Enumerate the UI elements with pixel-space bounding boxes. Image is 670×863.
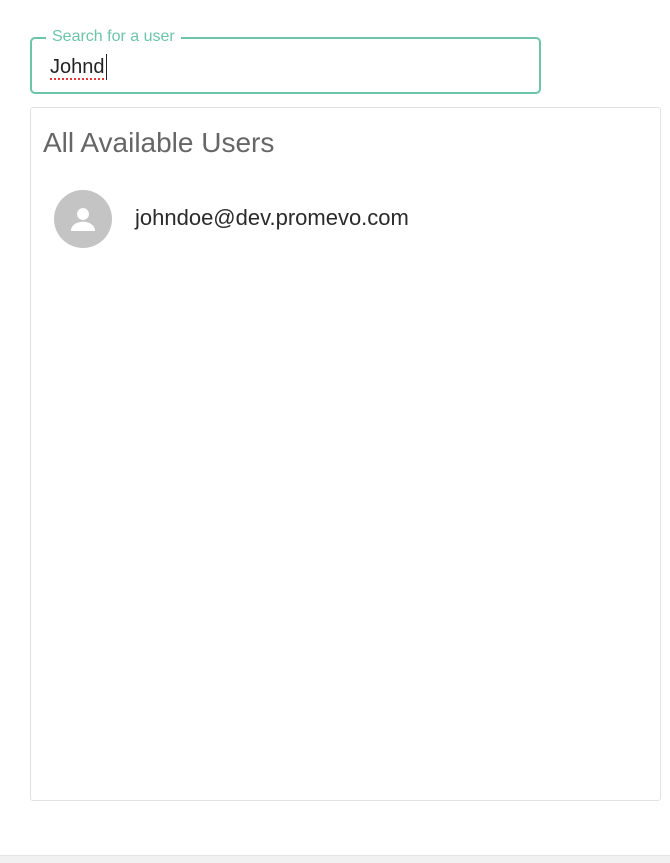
text-cursor — [105, 54, 107, 80]
panel-title: All Available Users — [43, 127, 275, 158]
user-list: johndoe@dev.promevo.com — [31, 186, 660, 252]
bottom-bar — [0, 855, 670, 863]
search-label: Search for a user — [46, 27, 181, 47]
user-email: johndoe@dev.promevo.com — [135, 205, 409, 230]
person-icon — [54, 190, 112, 248]
users-panel: All Available Users johndoe@dev.promevo.… — [30, 107, 661, 801]
user-list-item[interactable]: johndoe@dev.promevo.com — [31, 186, 660, 252]
search-value[interactable]: Johnd — [50, 53, 105, 81]
search-input[interactable]: Search for a user Johnd — [30, 27, 541, 94]
search-value-wrap[interactable]: Johnd — [50, 53, 107, 81]
person-icon-glyph — [70, 208, 96, 232]
